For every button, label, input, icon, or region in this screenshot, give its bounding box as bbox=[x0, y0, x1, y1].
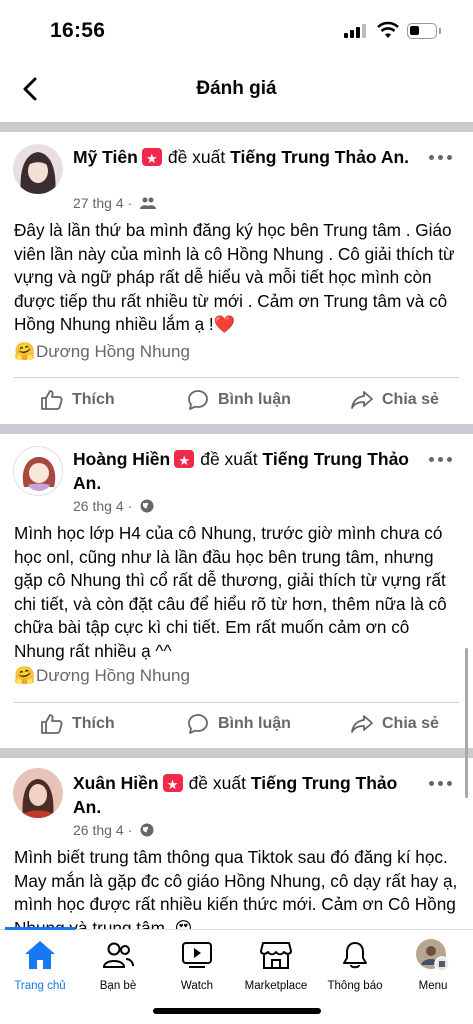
cellular-signal-icon bbox=[344, 24, 368, 38]
active-tab-indicator bbox=[5, 927, 75, 930]
author-name[interactable]: Hoàng Hiền bbox=[73, 449, 170, 469]
menu-avatar-icon bbox=[416, 939, 450, 972]
post-header: Hoàng Hiềnđề xuất Tiếng Trung Thảo An. bbox=[73, 447, 423, 495]
status-time: 16:56 bbox=[50, 19, 106, 42]
post-body: Mình học lớp H4 của cô Nhung, trước giờ … bbox=[14, 523, 447, 661]
more-options-icon[interactable] bbox=[429, 147, 457, 167]
post-meta: 26 thg 4 · bbox=[73, 822, 154, 838]
post-date[interactable]: 27 thg 4 bbox=[73, 195, 124, 211]
page-title: Đánh giá bbox=[196, 78, 277, 99]
page-header: Đánh giá bbox=[0, 60, 473, 118]
battery-icon bbox=[407, 23, 437, 39]
like-button[interactable]: Thích bbox=[40, 702, 115, 746]
globe-icon bbox=[140, 499, 154, 513]
share-button[interactable]: Chia sẻ bbox=[350, 702, 439, 746]
post-header: Xuân Hiềnđề xuất Tiếng Trung Thảo An. bbox=[73, 771, 423, 819]
post-verb: đề xuất bbox=[167, 147, 226, 167]
scrollbar[interactable] bbox=[465, 648, 468, 798]
page-name[interactable]: Tiếng Trung Thảo An. bbox=[230, 147, 409, 167]
post-header: Mỹ Tiên đề xuất Tiếng Trung Thảo An. bbox=[73, 145, 423, 171]
post-verb: đề xuất bbox=[200, 449, 258, 469]
review-post: Xuân Hiềnđề xuất Tiếng Trung Thảo An. 26… bbox=[0, 758, 473, 938]
post-body: Đây là lần thứ ba mình đăng ký học bên T… bbox=[14, 220, 455, 335]
post-actions: Thích Bình luận Chia sẻ bbox=[0, 702, 473, 746]
hug-emoji-icon: 🤗 bbox=[14, 666, 36, 685]
author-avatar[interactable] bbox=[13, 768, 63, 818]
marketplace-icon bbox=[260, 942, 292, 969]
tagged-person[interactable]: 🤗Dương Hồng Nhung bbox=[14, 666, 190, 686]
home-indicator bbox=[153, 1008, 321, 1014]
nav-menu[interactable]: Menu bbox=[393, 938, 473, 992]
recommend-icon bbox=[162, 773, 183, 797]
author-name[interactable]: Mỹ Tiên bbox=[73, 147, 138, 167]
comment-button[interactable]: Bình luận bbox=[186, 378, 291, 422]
globe-icon bbox=[140, 823, 154, 837]
share-button[interactable]: Chia sẻ bbox=[350, 378, 439, 422]
thumbs-up-icon bbox=[41, 390, 63, 410]
review-post: Mỹ Tiên đề xuất Tiếng Trung Thảo An. 27 t… bbox=[0, 132, 473, 426]
post-body: Mình biết trung tâm thông qua Tiktok sau… bbox=[14, 847, 458, 938]
author-avatar[interactable] bbox=[13, 144, 63, 194]
nav-friends[interactable]: Bạn bè bbox=[78, 938, 158, 992]
wifi-icon bbox=[377, 21, 399, 38]
nav-home[interactable]: Trang chủ bbox=[0, 938, 80, 992]
bell-icon bbox=[343, 942, 367, 969]
more-options-icon[interactable] bbox=[429, 449, 457, 469]
author-avatar[interactable] bbox=[13, 446, 63, 496]
post-date[interactable]: 26 thg 4 bbox=[73, 498, 124, 514]
comment-button[interactable]: Bình luận bbox=[186, 702, 291, 746]
status-bar: 16:56 bbox=[0, 0, 473, 60]
like-button[interactable]: Thích bbox=[40, 378, 115, 422]
post-meta: 26 thg 4 · bbox=[73, 498, 154, 514]
divider bbox=[0, 748, 473, 758]
recommend-icon bbox=[174, 449, 195, 473]
nav-watch[interactable]: Watch bbox=[157, 938, 237, 992]
friends-icon bbox=[102, 942, 134, 968]
post-actions: Thích Bình luận Chia sẻ bbox=[0, 378, 473, 422]
nav-marketplace[interactable]: Marketplace bbox=[236, 938, 316, 992]
home-icon bbox=[25, 941, 55, 969]
divider bbox=[0, 122, 473, 132]
author-name[interactable]: Xuân Hiền bbox=[73, 773, 159, 793]
post-date[interactable]: 26 thg 4 bbox=[73, 822, 124, 838]
share-icon bbox=[351, 391, 373, 409]
more-options-icon[interactable] bbox=[429, 773, 457, 793]
nav-notifications[interactable]: Thông báo bbox=[315, 938, 395, 992]
review-post: Hoàng Hiềnđề xuất Tiếng Trung Thảo An. 2… bbox=[0, 434, 473, 750]
tagged-person[interactable]: 🤗Dương Hồng Nhung bbox=[14, 342, 190, 362]
thumbs-up-icon bbox=[41, 714, 63, 734]
recommend-icon bbox=[141, 147, 162, 171]
comment-icon bbox=[188, 390, 208, 410]
post-meta: 27 thg 4 · bbox=[73, 195, 157, 211]
friends-icon bbox=[140, 197, 157, 209]
divider bbox=[0, 424, 473, 434]
share-icon bbox=[351, 715, 373, 733]
hug-emoji-icon: 🤗 bbox=[14, 342, 36, 361]
watch-icon bbox=[182, 942, 212, 968]
post-verb: đề xuất bbox=[188, 773, 246, 793]
comment-icon bbox=[188, 714, 208, 734]
